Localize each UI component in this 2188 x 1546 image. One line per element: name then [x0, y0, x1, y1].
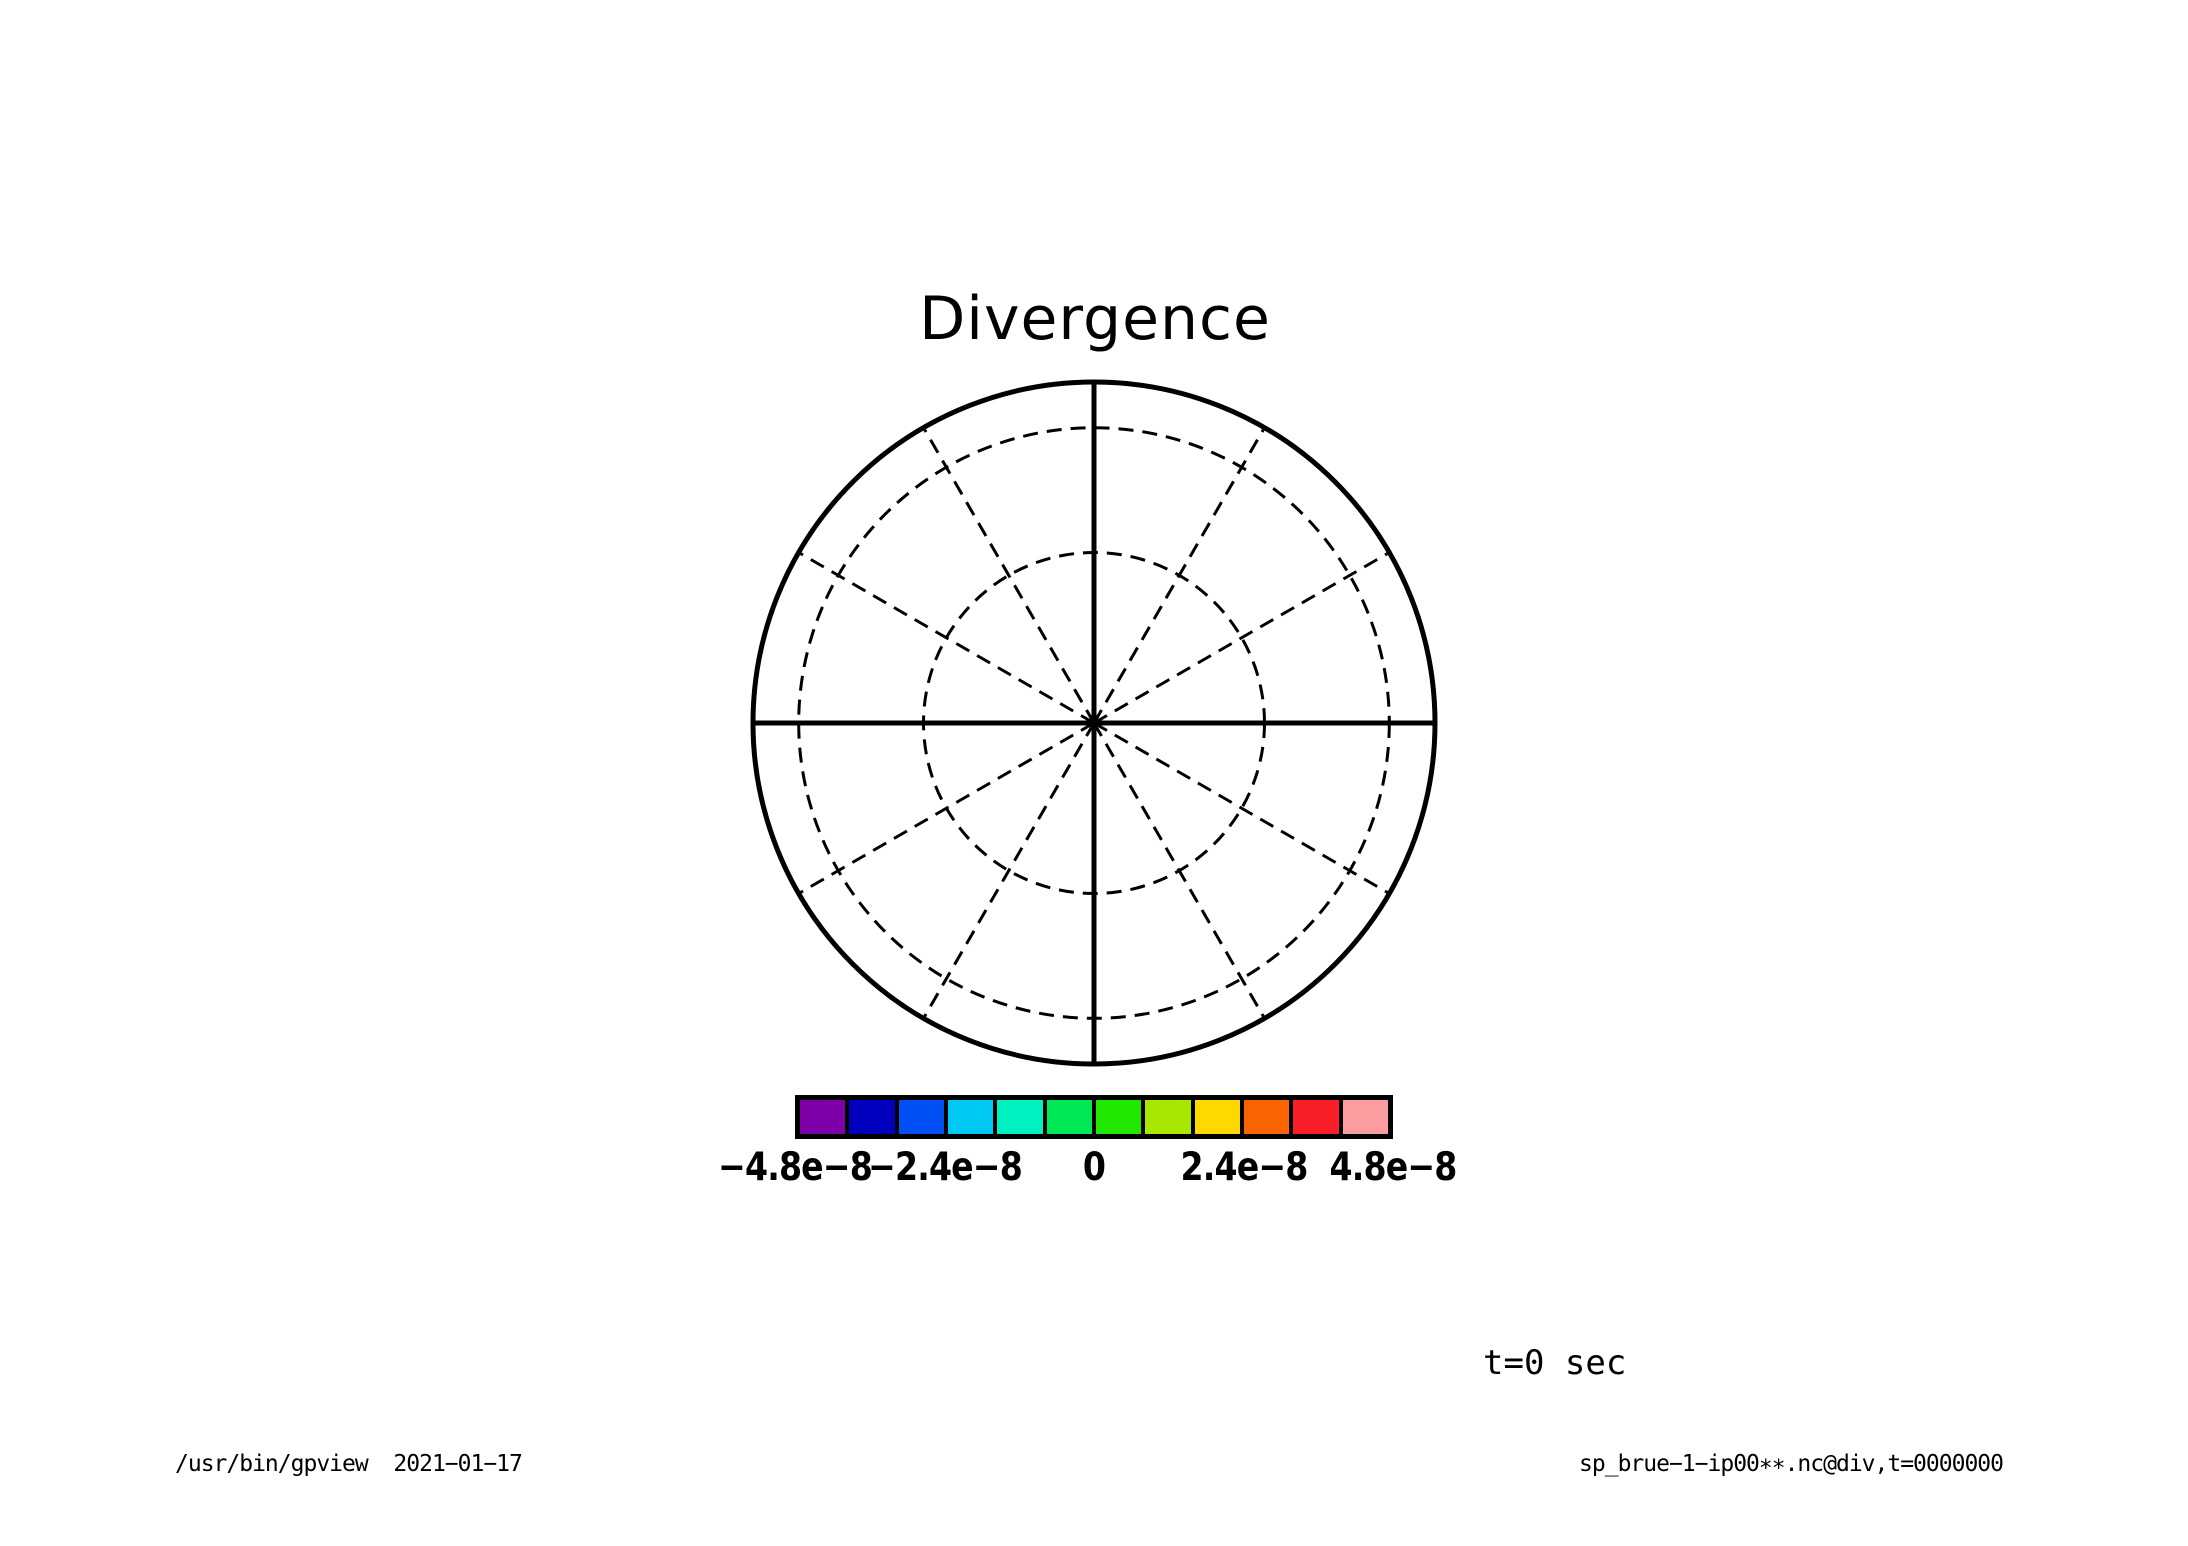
- meridian-line-dashed: [1094, 723, 1265, 1018]
- footer-source-file: sp_brue−1−ip00∗∗.nc@div,t=0000000: [1579, 1452, 2003, 1477]
- colorbar-tick-label: −2.4e−8: [868, 1148, 1022, 1187]
- meridian-line-dashed: [1094, 428, 1265, 723]
- colorbar-cell-7: [1141, 1100, 1190, 1134]
- polar-grid: [744, 373, 1444, 1073]
- colorbar-cell-2: [895, 1100, 944, 1134]
- colorbar-cell-10: [1289, 1100, 1338, 1134]
- meridian-line-dashed: [799, 553, 1094, 724]
- colorbar-tick-label: 4.8e−8: [1330, 1148, 1457, 1187]
- colorbar-cell-11: [1339, 1100, 1388, 1134]
- footer-command-date: /usr/bin/gpview 2021−01−17: [175, 1452, 522, 1477]
- colorbar-cell-8: [1191, 1100, 1240, 1134]
- colorbar-cell-4: [993, 1100, 1042, 1134]
- colorbar-cell-1: [845, 1100, 894, 1134]
- colorbar-tick-label: 2.4e−8: [1180, 1148, 1307, 1187]
- time-annotation: t=0 sec: [1483, 1345, 1626, 1382]
- colorbar: [795, 1095, 1393, 1139]
- colorbar-cell-6: [1092, 1100, 1141, 1134]
- plot-title: Divergence: [919, 286, 1271, 352]
- colorbar-cell-3: [944, 1100, 993, 1134]
- meridian-line-dashed: [799, 723, 1094, 894]
- meridian-line-dashed: [1094, 553, 1389, 724]
- colorbar-tick-label: 0: [1083, 1148, 1105, 1187]
- meridian-line-dashed: [924, 428, 1095, 723]
- meridian-line-dashed: [924, 723, 1095, 1018]
- meridian-line-dashed: [1094, 723, 1389, 894]
- colorbar-cell-0: [800, 1100, 845, 1134]
- colorbar-cell-9: [1240, 1100, 1289, 1134]
- colorbar-tick-label: −4.8e−8: [718, 1148, 872, 1187]
- colorbar-cell-5: [1043, 1100, 1092, 1134]
